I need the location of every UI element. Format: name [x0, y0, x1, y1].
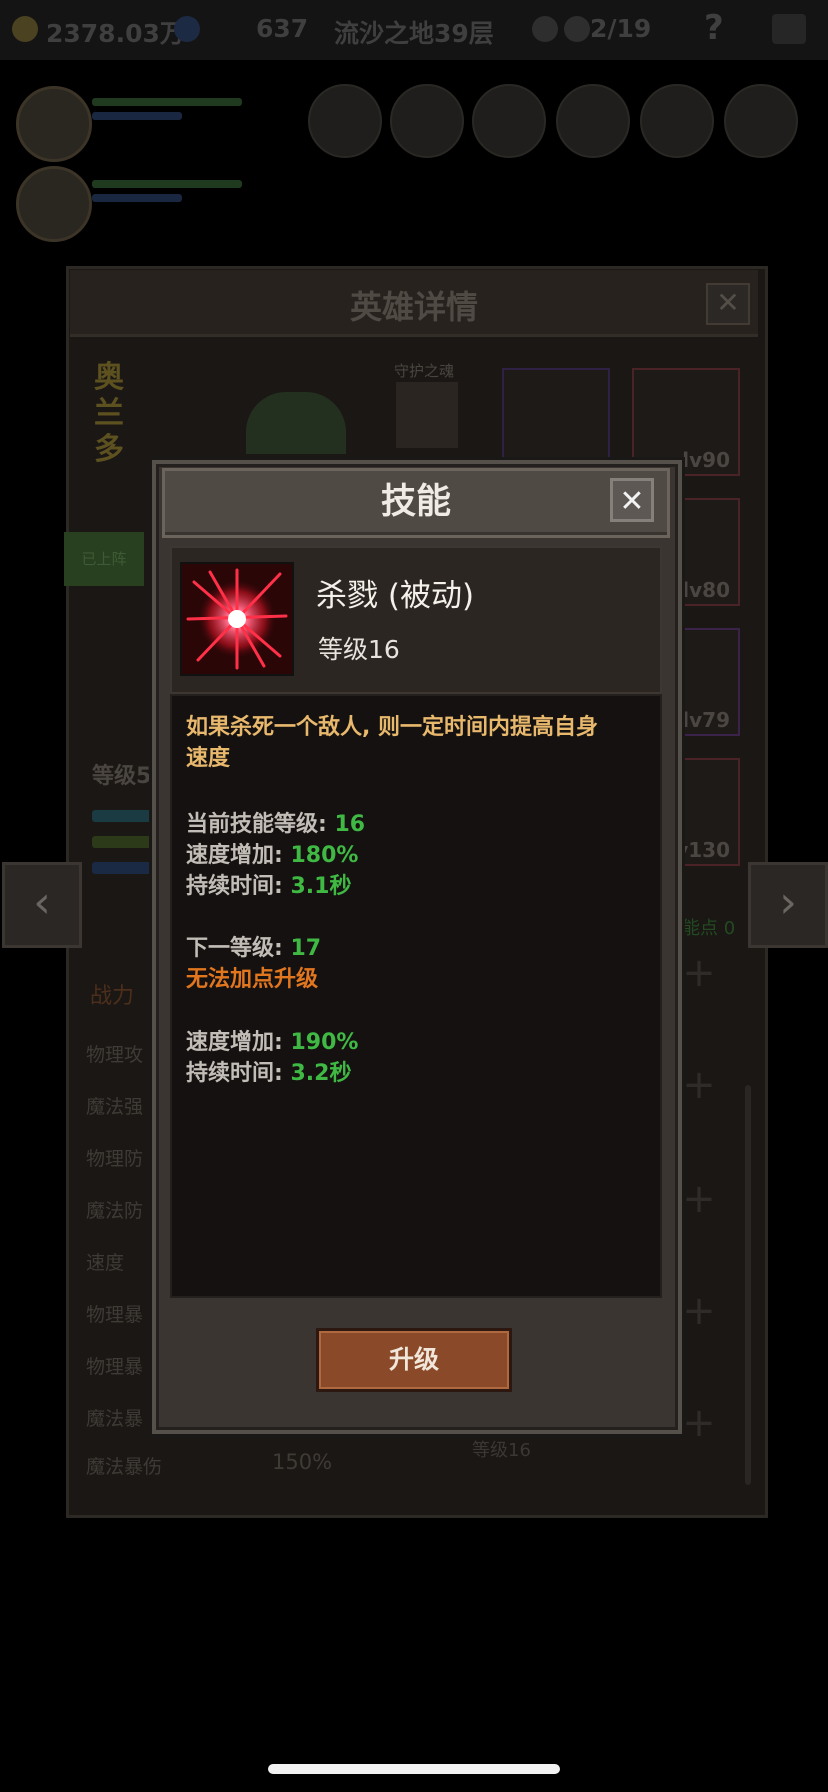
- hp-bar: [92, 180, 242, 188]
- current-level-value: 16: [334, 812, 366, 837]
- item-slot[interactable]: [308, 84, 382, 158]
- dungeon-location: 流沙之地39层: [334, 19, 494, 48]
- current-speed-row: 速度增加: 180%: [186, 837, 358, 869]
- next-speed-row: 速度增加: 190%: [186, 1024, 358, 1056]
- power-label: 战力: [90, 984, 135, 1009]
- current-duration-row: 持续时间: 3.1秒: [186, 868, 351, 900]
- stat-label: 物理暴: [86, 1304, 144, 1326]
- current-level-row: 当前技能等级: 16: [186, 806, 365, 838]
- gold-coin-icon: [12, 16, 38, 42]
- equip-level: v130: [675, 838, 730, 862]
- speed-label: 速度增加:: [186, 1030, 291, 1055]
- item-slot[interactable]: [472, 84, 546, 158]
- guard-soul-label: 守护之魂: [394, 362, 455, 380]
- stat-value: 150%: [272, 1450, 333, 1474]
- next-duration-value: 3.2秒: [290, 1061, 352, 1086]
- exp-bar: [92, 810, 152, 822]
- mp-bar: [92, 112, 182, 120]
- stat-label: 物理暴: [86, 1356, 144, 1378]
- diamond-icon: [174, 16, 200, 42]
- diamond-amount: 637: [256, 14, 309, 43]
- guard-soul-icon[interactable]: [396, 382, 458, 448]
- add-skill-point-button[interactable]: +: [678, 1290, 720, 1332]
- add-skill-point-button[interactable]: +: [678, 1402, 720, 1444]
- home-indicator[interactable]: [268, 1764, 560, 1774]
- hero-sprite: [246, 392, 346, 454]
- duration-label: 持续时间:: [186, 1061, 291, 1086]
- stat-label: 速度: [86, 1252, 125, 1274]
- item-slot[interactable]: [390, 84, 464, 158]
- mp-bar: [92, 194, 182, 202]
- stat-label: 物理攻: [86, 1044, 144, 1066]
- skill-dialog-title: 技能: [380, 482, 451, 522]
- item-slot[interactable]: [640, 84, 714, 158]
- scrollbar[interactable]: [745, 1085, 751, 1485]
- next-level-row: 下一等级: 17: [186, 930, 321, 962]
- skull-icon: [564, 16, 590, 42]
- equip-level: lv80: [682, 578, 730, 602]
- hp-bar: [92, 98, 242, 106]
- mp-bar: [92, 862, 152, 874]
- hp-bar: [92, 836, 152, 848]
- next-duration-row: 持续时间: 3.2秒: [186, 1055, 351, 1087]
- help-icon[interactable]: ?: [704, 8, 724, 48]
- skill-name: 杀戮 (被动): [316, 578, 475, 614]
- party-portrait-2[interactable]: [16, 166, 92, 242]
- deployed-badge: 已上阵: [64, 532, 144, 586]
- equip-level: lv90: [682, 448, 730, 472]
- stat-label: 魔法暴伤: [86, 1456, 163, 1478]
- add-skill-point-button[interactable]: +: [678, 1178, 720, 1220]
- party-portrait-1[interactable]: [16, 86, 92, 162]
- hero-level-label: 等级5: [92, 764, 152, 789]
- prev-hero-button[interactable]: ‹: [2, 862, 82, 948]
- current-level-label: 当前技能等级:: [186, 812, 335, 837]
- current-duration-value: 3.1秒: [290, 874, 352, 899]
- skill-description: 如果杀死一个敌人, 则一定时间内提高自身速度: [186, 715, 599, 771]
- next-level-value: 17: [290, 936, 322, 961]
- hero-name: 奥兰多: [94, 360, 124, 467]
- current-speed-value: 180%: [290, 843, 359, 868]
- gold-amount: 2378.03万: [46, 19, 185, 48]
- add-skill-point-button[interactable]: +: [678, 1064, 720, 1106]
- gift-icon[interactable]: [772, 14, 806, 44]
- equip-level: lv79: [682, 708, 730, 732]
- cannot-upgrade-notice: 无法加点升级: [186, 967, 319, 992]
- item-slot[interactable]: [556, 84, 630, 158]
- next-level-label: 下一等级:: [186, 936, 291, 961]
- speed-label: 速度增加:: [186, 843, 291, 868]
- stat-label: 魔法防: [86, 1200, 144, 1222]
- skill-points-label: 能点 0: [682, 918, 736, 939]
- hero-close-button[interactable]: ✕: [706, 283, 750, 325]
- duration-label: 持续时间:: [186, 874, 291, 899]
- close-button[interactable]: ✕: [610, 478, 654, 522]
- upgrade-button[interactable]: 升级: [316, 1328, 512, 1392]
- stat-label: 魔法暴: [86, 1408, 144, 1430]
- stat-label: 魔法强: [86, 1096, 144, 1118]
- skill-level: 等级16: [318, 635, 400, 664]
- slash-burst-icon: [180, 562, 294, 676]
- skill-description-panel: [170, 694, 662, 1298]
- hero-detail-title: 英雄详情: [349, 288, 478, 326]
- item-slot[interactable]: [724, 84, 798, 158]
- stat-label: 物理防: [86, 1148, 144, 1170]
- skill-row-level: 等级16: [472, 1440, 531, 1461]
- next-hero-button[interactable]: ›: [748, 862, 828, 948]
- top-status-bar: 2378.03万 637 流沙之地39层 2/19 ?: [0, 0, 828, 60]
- add-skill-point-button[interactable]: +: [678, 952, 720, 994]
- dungeon-progress: 2/19: [590, 14, 652, 43]
- next-speed-value: 190%: [290, 1030, 359, 1055]
- key-icon: [532, 16, 558, 42]
